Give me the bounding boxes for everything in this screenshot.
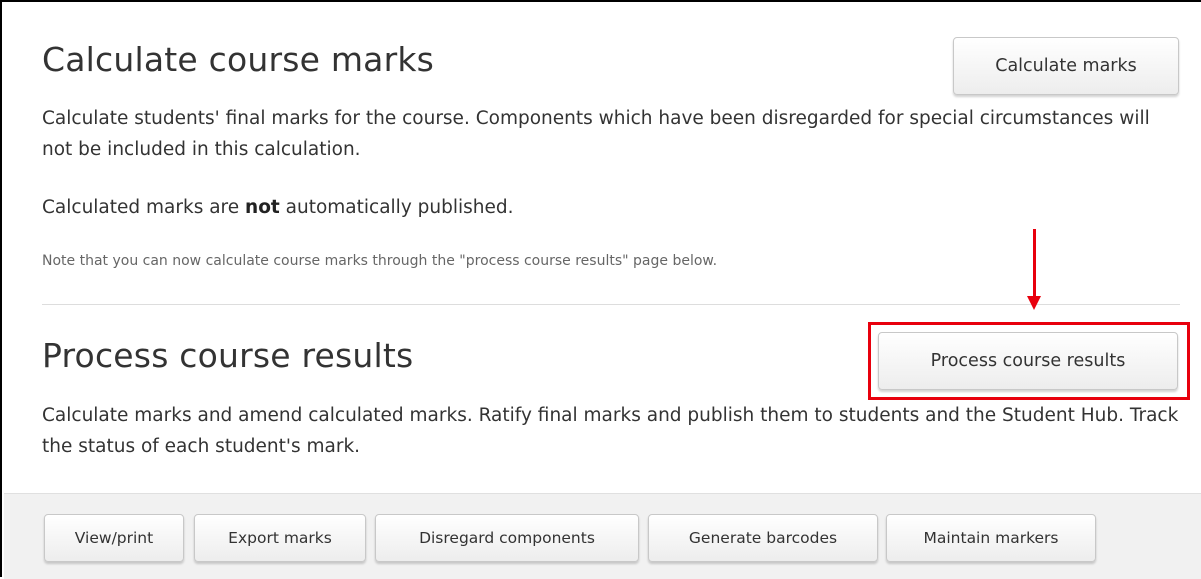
maintain-markers-button[interactable]: Maintain markers: [886, 514, 1096, 562]
publish-notice-prefix: Calculated marks are: [42, 197, 246, 218]
calculate-section-title: Calculate course marks: [42, 40, 435, 79]
process-section-title: Process course results: [42, 336, 414, 375]
calculate-marks-button[interactable]: Calculate marks: [953, 37, 1179, 95]
publish-notice: Calculated marks are not automatically p…: [42, 192, 514, 223]
annotation-arrow-line: [1033, 229, 1036, 299]
disregard-components-button[interactable]: Disregard components: [375, 514, 639, 562]
annotation-arrow-head-icon: [1027, 296, 1041, 310]
annotation-highlight-box: [868, 322, 1190, 400]
view-print-button[interactable]: View/print: [44, 514, 184, 562]
calculate-note: Note that you can now calculate course m…: [42, 253, 718, 269]
generate-barcodes-button[interactable]: Generate barcodes: [648, 514, 878, 562]
section-divider: [42, 304, 1180, 305]
publish-notice-emphasis: not: [245, 197, 280, 218]
publish-notice-suffix: automatically published.: [279, 197, 514, 218]
export-marks-button[interactable]: Export marks: [194, 514, 366, 562]
process-description: Calculate marks and amend calculated mar…: [42, 405, 1179, 457]
course-marks-panel: Calculate course marks Calculate marks C…: [0, 0, 1201, 579]
calculate-description: Calculate students' final marks for the …: [42, 108, 1150, 160]
